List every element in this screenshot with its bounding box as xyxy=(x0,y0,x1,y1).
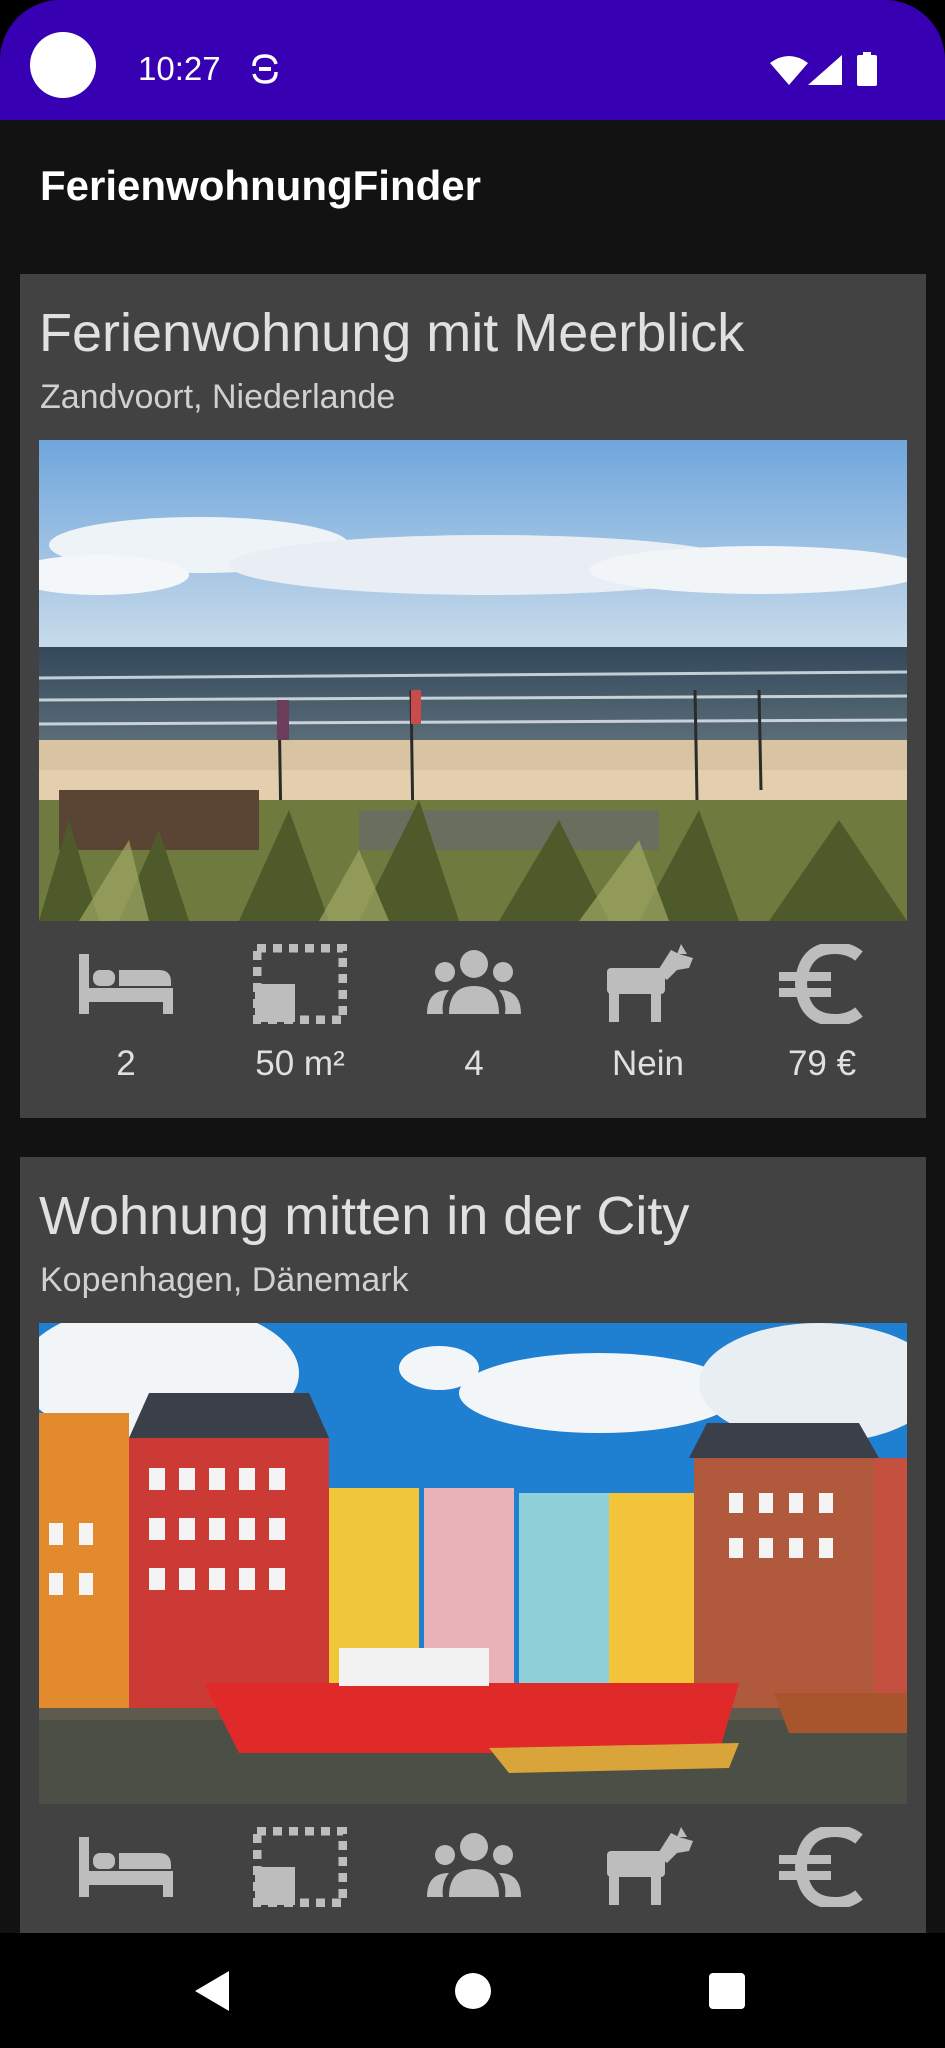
recents-icon[interactable] xyxy=(709,1973,745,2009)
guests-feature: 4 xyxy=(387,934,561,1094)
status-time: 10:27 xyxy=(138,50,221,87)
area-feature xyxy=(213,1817,387,1935)
euro-icon xyxy=(775,944,869,1024)
pets-feature: Nein xyxy=(561,934,735,1094)
guests-value: 4 xyxy=(464,1044,484,1083)
navigation-bar xyxy=(0,1933,945,2048)
camera-cutout xyxy=(30,32,96,98)
bed-icon xyxy=(79,944,173,1024)
area-value: 50 m² xyxy=(255,1044,345,1083)
signal-icon xyxy=(808,55,842,85)
guests-feature xyxy=(387,1817,561,1935)
pet-icon xyxy=(601,944,695,1024)
price-value: 79 € xyxy=(787,1044,857,1083)
app-title: FerienwohnungFinder xyxy=(40,162,481,209)
listing-list[interactable]: Ferienwohnung mit Meerblick Zandvoort, N… xyxy=(0,260,945,1935)
feature-row: 2 50 m² 4 Nein 79 € xyxy=(39,934,907,1094)
phone-screen: 10:27 FerienwohnungFinder Ferienwohnung … xyxy=(0,0,945,2048)
feature-row xyxy=(39,1817,907,1935)
listing-title: Wohnung mitten in der City xyxy=(39,1186,690,1246)
price-feature xyxy=(735,1817,909,1935)
listing-title: Ferienwohnung mit Meerblick xyxy=(39,303,745,363)
listing-card[interactable]: Ferienwohnung mit Meerblick Zandvoort, N… xyxy=(20,274,926,1118)
bedrooms-value: 2 xyxy=(116,1044,136,1083)
bedrooms-feature xyxy=(39,1817,213,1935)
pet-icon xyxy=(601,1827,695,1907)
pets-value: Nein xyxy=(612,1044,684,1083)
beach-photo xyxy=(39,440,907,921)
area-feature: 50 m² xyxy=(213,934,387,1094)
people-icon xyxy=(427,944,521,1024)
price-feature: 79 € xyxy=(735,934,909,1094)
harbor-photo xyxy=(39,1323,907,1804)
listing-location: Kopenhagen, Dänemark xyxy=(40,1261,409,1299)
pets-feature xyxy=(561,1817,735,1935)
euro-icon xyxy=(775,1827,869,1907)
bed-icon xyxy=(79,1827,173,1907)
wifi-icon xyxy=(770,56,808,85)
area-icon xyxy=(253,944,347,1024)
sync-icon xyxy=(252,54,278,84)
home-icon[interactable] xyxy=(455,1973,491,2009)
area-icon xyxy=(253,1827,347,1907)
status-bar: 10:27 xyxy=(0,0,945,120)
bedrooms-feature: 2 xyxy=(39,934,213,1094)
people-icon xyxy=(427,1827,521,1907)
listing-location: Zandvoort, Niederlande xyxy=(40,378,396,416)
listing-card[interactable]: Wohnung mitten in der City Kopenhagen, D… xyxy=(20,1157,926,1935)
back-icon[interactable] xyxy=(195,1971,229,2011)
app-bar: FerienwohnungFinder xyxy=(0,120,945,260)
battery-icon xyxy=(857,52,877,86)
